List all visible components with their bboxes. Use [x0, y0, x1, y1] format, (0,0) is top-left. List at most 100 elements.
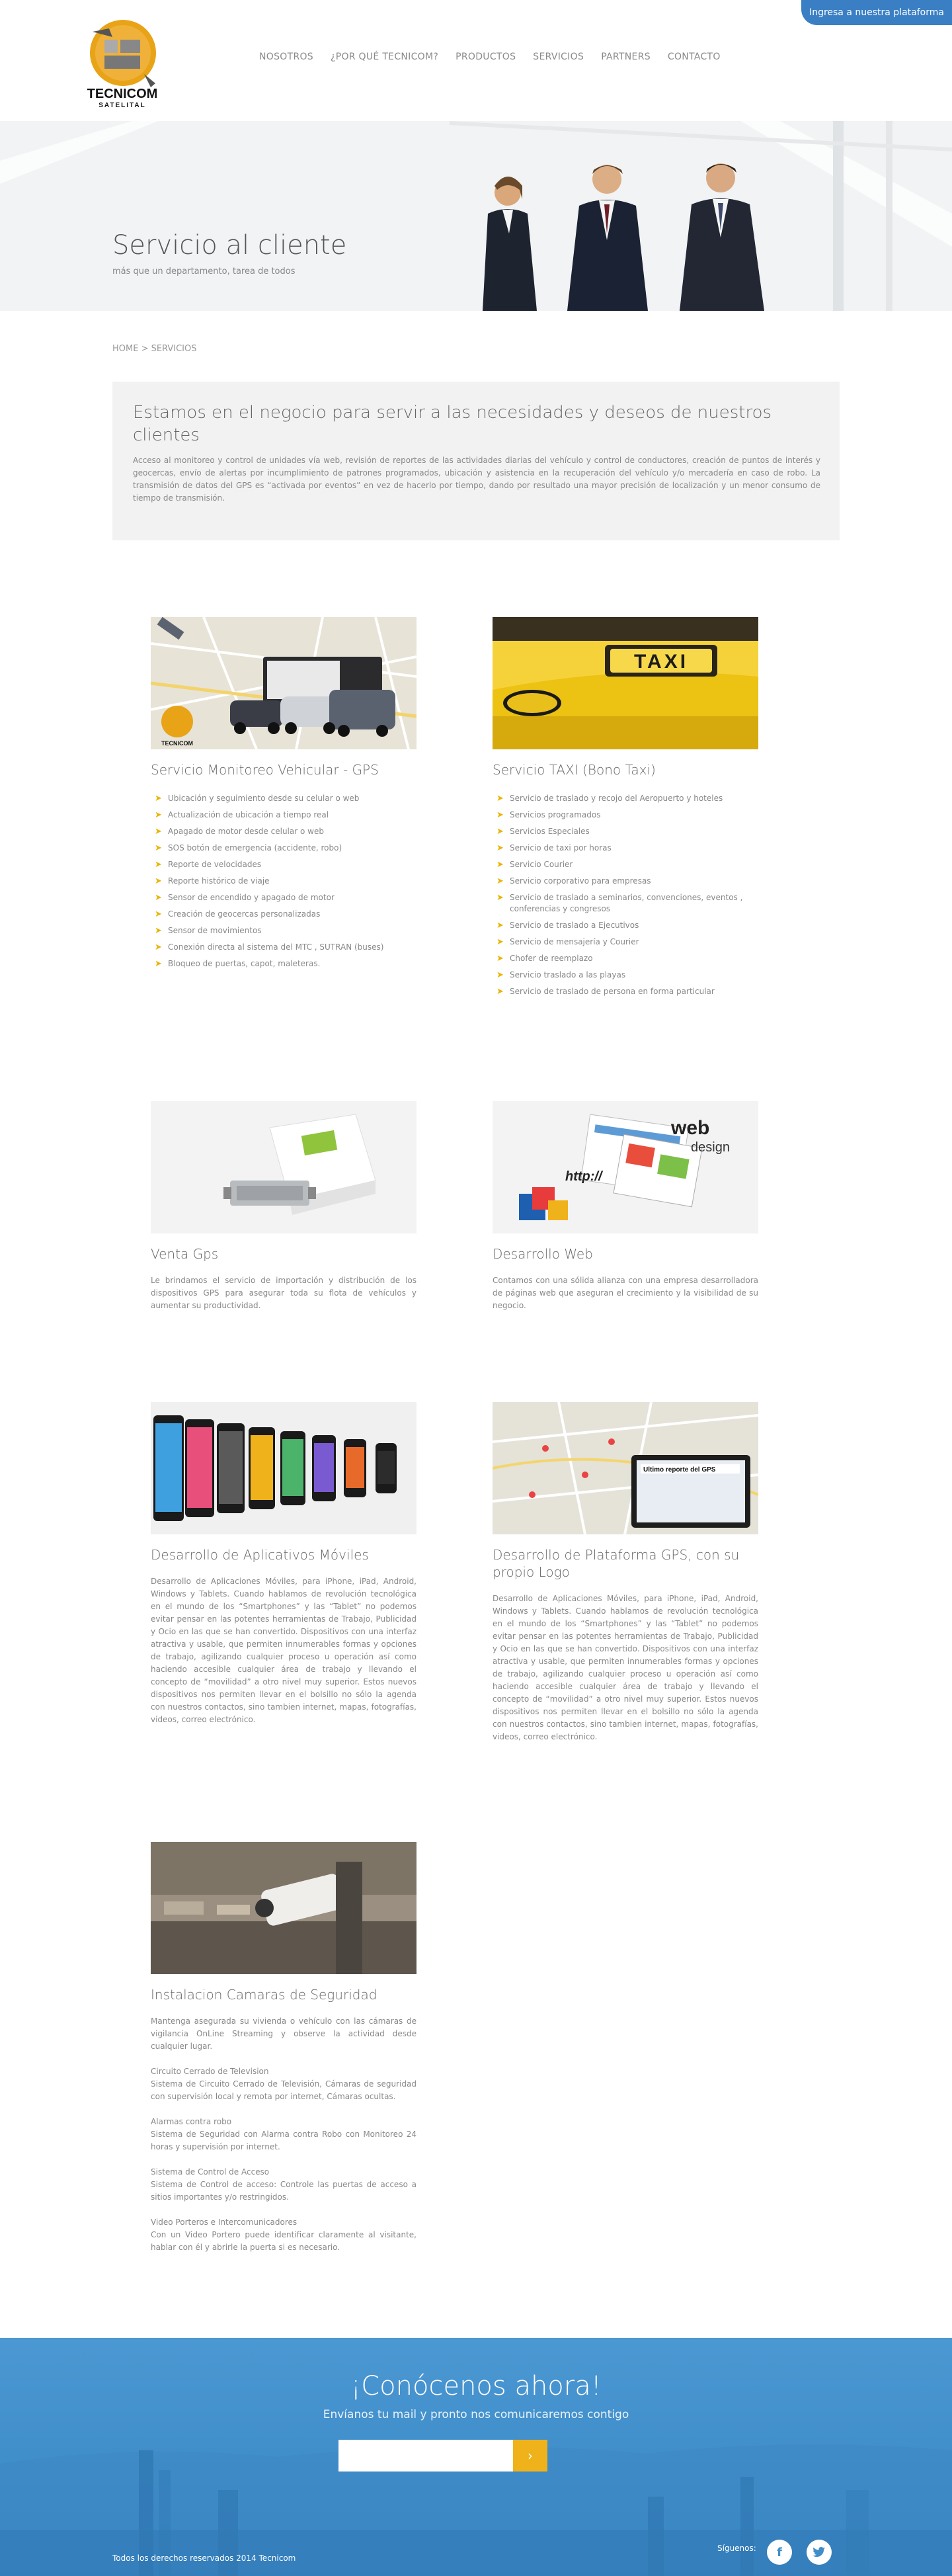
nav-servicios[interactable]: SERVICIOS [533, 52, 584, 62]
chevron-right-icon: ➤ [496, 921, 504, 931]
nav-nosotros[interactable]: NOSOTROS [259, 52, 313, 62]
nav-productos[interactable]: PRODUCTOS [456, 52, 516, 62]
breadcrumb[interactable]: HOME > SERVICIOS [112, 344, 197, 354]
gps-monitoring-image: TECNICOM [151, 617, 416, 749]
service-card-mobile-apps: Desarrollo de Aplicativos Móviles Desarr… [151, 1402, 416, 1726]
list-item: ➤ Servicio corporativo para empresas [496, 876, 651, 886]
phone-screen [219, 1431, 243, 1504]
list-item: ➤ Servicio de traslado de persona en form… [496, 987, 715, 997]
svg-text:web: web [670, 1117, 709, 1139]
list-item: ➤ Sensor de movimientos [155, 926, 262, 936]
chevron-right-icon: ➤ [496, 860, 504, 870]
list-item: ➤ Bloqueo de puertas, capot, maleteras. [155, 959, 321, 969]
service-title: Desarrollo de Plataforma GPS, con su pro… [493, 1547, 740, 1580]
send-button[interactable]: › [513, 2440, 547, 2472]
footer-subtitle: Envíanos tu mail y pronto nos comunicare… [323, 2408, 629, 2421]
chevron-right-icon: ➤ [155, 827, 162, 837]
hero-background [0, 121, 952, 311]
list-item: ➤ Servicio de taxi por horas [496, 843, 612, 853]
svg-text:TAXI: TAXI [634, 651, 688, 673]
intro-title: Estamos en el negocio para servir a las … [133, 403, 772, 445]
list-item: ➤ Chofer de reemplazo [496, 954, 593, 964]
service-title: Desarrollo Web [493, 1246, 593, 1262]
list-item: ➤ Ubicación y seguimiento desde su celula… [155, 794, 360, 804]
service-description: Contamos con una sólida alianza con una … [493, 1276, 758, 1310]
email-field[interactable] [338, 2440, 513, 2472]
chevron-right-icon: ➤ [155, 959, 162, 969]
svg-text:TECNICOM: TECNICOM [87, 87, 158, 101]
list-item: ➤ Creación de geocercas personalizadas [155, 909, 321, 919]
phone-screen [251, 1435, 273, 1500]
chevron-right-icon: ➤ [155, 843, 162, 853]
intro-box: Estamos en el negocio para servir a las … [112, 382, 840, 540]
list-item: ➤ Sensor de encendido y apagado de motor [155, 893, 335, 903]
list-item: ➤ Servicios Especiales [496, 827, 590, 837]
follow-label: Síguenos: [717, 2544, 756, 2553]
service-card-web-dev: web design http:// Desarrollo Web Contam… [493, 1101, 758, 1312]
list-item: ➤ Servicios programados [496, 810, 601, 820]
chevron-right-icon: ➤ [155, 926, 162, 936]
phone-screen [187, 1427, 212, 1508]
hero-title: Servicio al cliente [112, 230, 347, 261]
service-description: Mantenga asegurada su vivienda o vehícul… [151, 2016, 416, 2252]
service-title: Desarrollo de Aplicativos Móviles [151, 1547, 369, 1563]
phone-screen [346, 1447, 364, 1488]
gps-device-image [151, 1101, 416, 1233]
chevron-right-icon: ➤ [496, 937, 504, 947]
tecnicom-logo[interactable]: TECNICOM SATELITAL [66, 5, 178, 110]
gps-features-list: ➤ Ubicación y seguimiento desde su celula… [151, 793, 416, 970]
chevron-right-icon: ➤ [496, 827, 504, 837]
svg-text:design: design [691, 1140, 730, 1155]
phone-screen [155, 1423, 182, 1512]
service-card-gps-sales: Venta Gps Le brindamos el servicio de im… [151, 1101, 416, 1312]
facebook-icon[interactable]: f [767, 2540, 792, 2565]
chevron-right-icon: ➤ [155, 876, 162, 886]
intro-text: Acceso al monitoreo y control de unidade… [133, 456, 820, 503]
svg-text:Ultimo reporte del GPS: Ultimo reporte del GPS [643, 1466, 716, 1474]
nav-por-que-tecnicom[interactable]: ¿POR QUÉ TECNICOM? [331, 52, 438, 62]
list-item: ➤ Conexión directa al sistema del MTC , S… [155, 942, 384, 952]
taxi-image: TAXI [493, 617, 758, 749]
chevron-right-icon: ➤ [496, 810, 504, 820]
nav-contacto[interactable]: CONTACTO [668, 52, 721, 62]
hero-banner: Servicio al cliente más que un departame… [0, 121, 952, 311]
phone-screen [377, 1451, 395, 1484]
footer-contact: ¡Conócenos ahora! Envíanos tu mail y pro… [0, 2338, 952, 2576]
taxi-services-list: ➤ Servicio de traslado y recojo del Aerop… [493, 793, 758, 997]
chevron-right-icon: › [528, 2448, 533, 2464]
chevron-right-icon: ➤ [496, 893, 504, 903]
web-design-image: web design http:// [493, 1101, 758, 1233]
footer-title: ¡Conócenos ahora! [350, 2371, 602, 2401]
list-item: ➤ Apagado de motor desde celular o web [155, 827, 324, 837]
chevron-right-icon: ➤ [496, 876, 504, 886]
chevron-right-icon: ➤ [155, 794, 162, 804]
service-card-gps-platform: Ultimo reporte del GPS Desarrollo de Pla… [493, 1402, 758, 1743]
list-item: ➤ Servicio traslado a las playas [496, 970, 626, 980]
chevron-right-icon: ➤ [496, 794, 504, 804]
chevron-right-icon: ➤ [496, 843, 504, 853]
list-item: ➤ Actualización de ubicación a tiempo rea… [155, 810, 329, 820]
list-item: ➤ Servicio de traslado a seminarios, conv… [496, 893, 743, 913]
service-description: Desarrollo de Aplicaciones Móviles, para… [151, 1577, 416, 1724]
mobile-phones-image [151, 1402, 416, 1534]
phone-screen [282, 1439, 303, 1496]
security-camera-image [151, 1842, 416, 1974]
list-item: ➤ SOS botón de emergencia (accidente, rob… [155, 843, 342, 853]
chevron-right-icon: ➤ [155, 893, 162, 903]
list-item: ➤ Reporte histórico de viaje [155, 876, 270, 886]
nav-partners[interactable]: PARTNERS [601, 52, 651, 62]
chevron-right-icon: ➤ [496, 970, 504, 980]
twitter-icon[interactable] [807, 2540, 832, 2565]
service-title: Servicio Monitoreo Vehicular - GPS [151, 762, 379, 778]
platform-login-button[interactable]: Ingresa a nuestra plataforma [801, 0, 952, 25]
main-nav: NOSOTROS ¿POR QUÉ TECNICOM? PRODUCTOS SE… [259, 52, 721, 62]
service-title: Instalacion Camaras de Seguridad [151, 1987, 377, 2003]
hero-subtitle: más que un departamento, tarea de todos [112, 267, 296, 276]
service-title: Venta Gps [151, 1246, 219, 1262]
chevron-right-icon: ➤ [496, 954, 504, 964]
svg-text:TECNICOM: TECNICOM [161, 740, 193, 747]
chevron-right-icon: ➤ [155, 860, 162, 870]
service-card-gps-monitoring: TECNICOM Servicio Monitoreo Vehicular - … [151, 617, 416, 975]
list-item: ➤ Reporte de velocidades [155, 860, 262, 870]
service-card-security-cameras: Instalacion Camaras de Seguridad Manteng… [151, 1842, 416, 2254]
